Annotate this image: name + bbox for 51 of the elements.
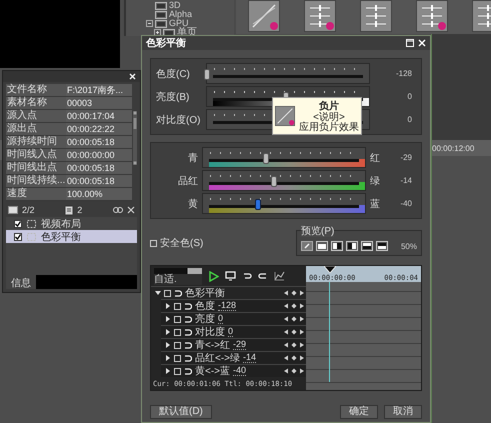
zoom-value: 50%: [400, 242, 417, 250]
table-cell: 00:00:05:18: [66, 136, 132, 149]
parameter-label: 色彩平衡: [185, 287, 225, 300]
table-cell: 00:00:22:22: [66, 123, 132, 136]
timecode: 00:00:12:00: [432, 144, 474, 152]
slider-label: 青: [187, 152, 198, 164]
table-cell: 文件名称: [6, 84, 66, 97]
table-cell: 源入点: [6, 110, 66, 123]
slider-label: 色度(C): [156, 68, 191, 80]
parameter-label: 色度: [195, 300, 215, 313]
slider-label: 黄: [187, 198, 198, 210]
layer-label: 视频布局: [41, 218, 81, 230]
page-count: 2/2: [22, 205, 35, 215]
table-cell: 00:00:17:04: [66, 110, 132, 123]
table-cell: 00:00:00:00: [66, 149, 132, 162]
slider-value: -14: [399, 176, 413, 185]
parameter-label: 对比度: [195, 326, 225, 339]
table-cell: 时间线入点: [6, 149, 66, 162]
slider-label: 红: [370, 152, 381, 164]
table-cell: 100.00%: [66, 188, 132, 201]
layer-count: 2: [77, 205, 82, 215]
tooltip-text: 应用负片效果: [299, 123, 359, 133]
table-cell: 源持续时间: [6, 136, 66, 149]
table-cell: 时间线出点: [6, 162, 66, 175]
slider-value: -40: [399, 199, 413, 208]
parameter-label: 亮度: [195, 312, 215, 326]
table-cell: 源出点: [6, 123, 66, 136]
slider-label: 蓝: [370, 198, 381, 210]
parameter-label: 黄<->蓝: [195, 364, 230, 378]
slider-value: -128: [394, 69, 413, 78]
slider-label: 对比度(O): [156, 114, 202, 126]
table-cell: 速度: [6, 188, 66, 201]
slider-value: 0: [406, 115, 413, 124]
table-cell: 素材名称: [6, 97, 66, 110]
layer-label: 色彩平衡: [41, 230, 81, 244]
table-cell: 00:00:05:18: [66, 162, 132, 175]
tooltip-heading: <说明>: [313, 113, 345, 123]
slider-value: -29: [399, 153, 413, 162]
slider-label: 绿: [370, 174, 381, 188]
slider-value: 0: [406, 92, 413, 101]
table-cell: 00003: [66, 97, 132, 110]
table-cell: F:\2017南务...: [66, 84, 132, 97]
tooltip-title: 负片: [319, 100, 339, 112]
dialog-title: 色彩平衡: [146, 36, 186, 50]
group-label: 预览(P): [301, 227, 334, 237]
parameter-label: 品红<->绿: [195, 352, 240, 365]
parameter-label: 青<->红: [195, 338, 230, 352]
table-cell: 时间线持续...: [6, 175, 66, 188]
slider-label: 亮度(B): [156, 90, 190, 104]
table-cell: 00:00:05:18: [66, 175, 132, 188]
slider-label: 品红: [177, 174, 198, 188]
